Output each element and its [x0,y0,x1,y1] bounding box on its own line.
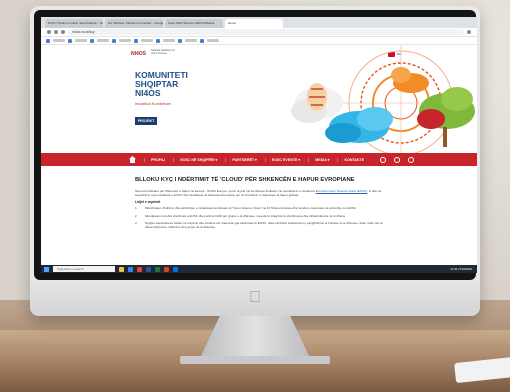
bookmark-icon[interactable] [68,38,72,43]
list-item: 2. Mundësojë më lehtë shërbimet e EOSC dh… [135,213,346,218]
goals-heading: Lidjet e veprimit [135,200,161,205]
imac-monitor: NCKU Yardım merkezi nasıl kullanılır - G… [30,6,480,316]
bookmark-item[interactable] [207,39,219,42]
monitor-bezel: NCKU Yardım merkezi nasıl kullanılır - G… [34,10,477,280]
reload-icon[interactable] [61,30,65,34]
browser-tab[interactable]: Open Web Science NI4OS Albania [165,19,223,28]
bookmark-icon[interactable] [178,38,182,43]
taskbar-date: 27/04/2020 [458,267,472,271]
nav-item-contacts[interactable]: KONTAKTE [337,157,364,162]
monitor-screen: NCKU Yardım merkezi nasıl kullanılır - G… [41,17,477,273]
nav-item-eosc-events[interactable]: EOSC EVENTE ▾ [264,157,300,162]
hero-illustration [291,45,475,153]
hero-project-button[interactable]: PROJEKT [135,117,157,125]
cloud-orange-icon [391,67,429,93]
facebook-icon[interactable] [380,156,387,163]
bookmark-icon[interactable] [112,38,116,43]
nav-item-profile[interactable]: PROFILI [144,157,165,162]
list-item: 1. Mbështetjen zhvillimin dhe përfshirjen… [135,206,357,211]
globe-icon [307,83,327,111]
monitor-foot [180,356,330,364]
forward-icon[interactable] [54,30,58,34]
bookmark-icon[interactable] [134,38,138,43]
article-content: BLLOKU KYÇ I NDËRTIMIT TË 'CLOUD' PËR SH… [135,177,385,232]
taskbar-time: 14:36 [450,267,458,271]
edge-icon[interactable] [128,266,133,272]
hero-subtitle: Iniciativa Kombëtare [135,101,172,106]
word-icon[interactable] [146,266,151,272]
file-explorer-icon[interactable] [119,266,124,272]
list-item-text: Mbështetjen zhvillimin dhe përfshirjen e… [145,206,357,211]
nav-item-partners[interactable]: PARTNERËT ▾ [225,157,257,162]
cloud-green-icon [417,87,475,147]
bookmark-icon[interactable] [200,38,204,43]
browser-tab[interactable]: NCKU Yardım merkezi nasıl kullanılır - G… [45,19,103,28]
back-icon[interactable] [47,30,51,34]
bookmark-icon[interactable] [46,38,50,43]
bookmark-item[interactable] [141,39,153,42]
bookmark-item[interactable] [75,39,87,42]
site-logo-subtitle: National Initiatives for Open Science [151,49,175,55]
article-paragraph: Nisma Kombëtare për Shkencën e Hapur në … [135,189,385,197]
article-title: BLLOKU KYÇ I NDËRTIMIT TË 'CLOUD' PËR SH… [135,177,355,183]
nav-item-eosc-albania[interactable]: EOSC NË SHQIPËRI ▾ [173,157,217,162]
eosc-link[interactable]: Evropian Open Science Cloud (EOSC) [316,189,368,193]
bookmark-item[interactable] [97,39,109,42]
bookmark-item[interactable] [119,39,131,42]
bookmark-icon[interactable] [156,38,160,43]
browser-tab[interactable]: Nd: Website 'Ushtrimi Komunitet' - Googl… [105,19,163,28]
chrome-icon[interactable] [137,266,142,272]
bookmarks-bar [41,37,477,45]
nav-item-media[interactable]: MEDIA ▾ [308,157,329,162]
taskbar-clock[interactable]: 14:36 27/04/2020 [450,267,472,271]
browser-toolbar: ni4os.eu/al/sq/ [41,28,477,37]
web-page: NI4OS National Initiatives for Open Scie… [41,45,477,250]
list-item: 3. Ngritjen kapaciteteve lokale me trajni… [135,220,383,230]
powerpoint-icon[interactable] [164,266,169,272]
instagram-icon[interactable] [408,156,415,163]
list-item-text: Ngritjen kapaciteteve lokale me trajnime… [145,220,383,230]
outlook-icon[interactable] [173,266,178,272]
windows-taskbar: Type here to search 14:36 27/04/2020 [41,265,477,273]
bookmark-item[interactable] [163,39,175,42]
hero-title-line: NI4OS [135,88,161,98]
windows-start-icon[interactable] [44,266,49,272]
apple-logo-icon:  [246,289,264,307]
hero-section: NI4OS National Initiatives for Open Scie… [41,45,477,153]
bookmark-icon[interactable] [90,38,94,43]
main-navigation: PROFILI EOSC NË SHQIPËRI ▾ PARTNERËT ▾ E… [41,153,477,166]
taskbar-search-input[interactable]: Type here to search [53,266,115,272]
twitter-icon[interactable] [394,156,401,163]
home-icon[interactable] [129,156,136,163]
excel-icon[interactable] [155,266,160,272]
list-item-text: Mundësojë më lehtë shërbimet e EOSC dhe … [145,213,346,218]
monitor-stand [200,316,310,358]
address-bar[interactable]: ni4os.eu/al/sq/ [68,29,464,35]
browser-tab-active[interactable]: Home [225,19,283,28]
browser-tab-strip: NCKU Yardım merkezi nasıl kullanılır - G… [41,17,477,28]
bookmark-item[interactable] [53,39,65,42]
profile-icon[interactable] [467,30,471,34]
hero-title: KOMUNITETI SHQIPTAR NI4OS [135,71,215,98]
bookmark-item[interactable] [185,39,197,42]
